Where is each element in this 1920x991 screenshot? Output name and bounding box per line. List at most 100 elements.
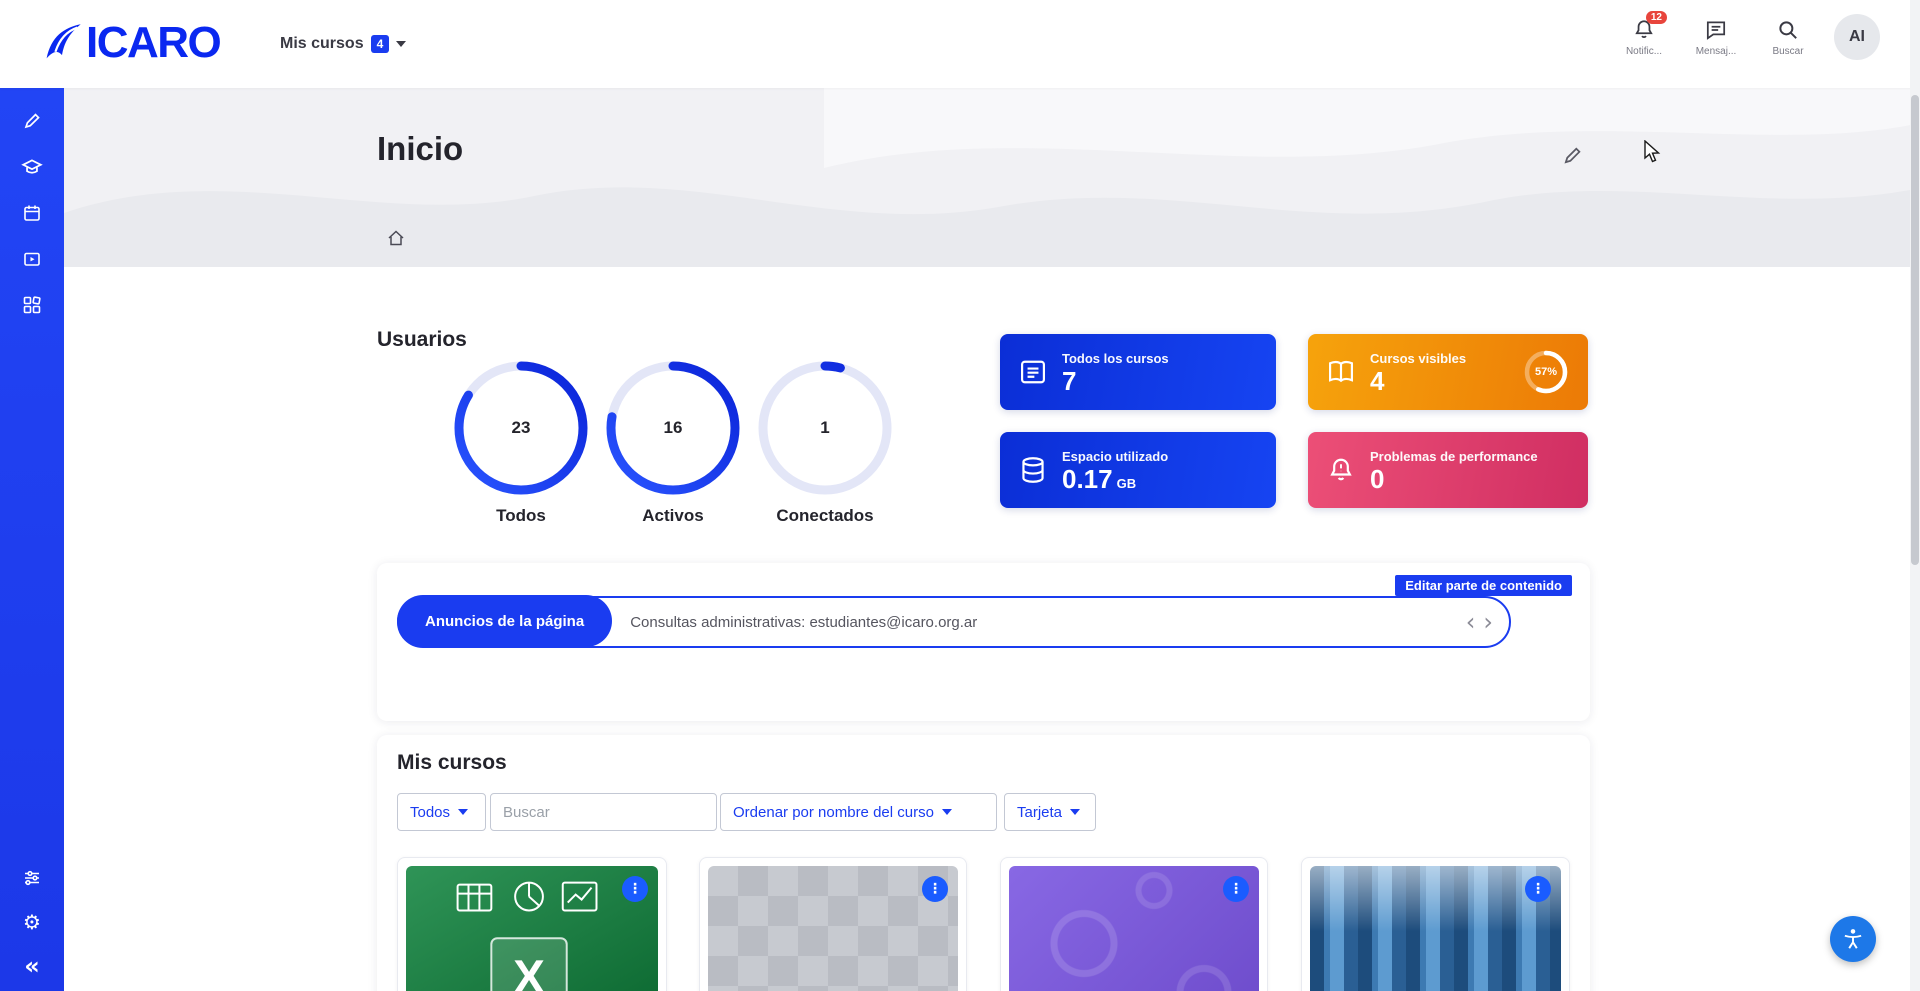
gauge-label: Activos	[597, 506, 749, 526]
edit-page-button[interactable]	[1562, 144, 1584, 171]
course-sort-dropdown[interactable]: Ordenar por nombre del curso	[720, 793, 997, 831]
stat-unit: GB	[1117, 476, 1137, 491]
sidebar-item-media[interactable]	[21, 248, 43, 270]
sidebar-item-settings[interactable]: ⚙	[21, 911, 43, 933]
svg-text:X: X	[513, 951, 545, 991]
avatar[interactable]: AI	[1834, 14, 1880, 60]
database-icon	[1018, 455, 1048, 485]
messages-label: Mensaj...	[1696, 46, 1737, 57]
stat-label: Espacio utilizado	[1062, 449, 1168, 464]
stat-label: Todos los cursos	[1062, 351, 1169, 366]
blocks-grid-icon	[22, 295, 42, 315]
course-image-mosaic: ⋮	[708, 866, 958, 991]
pencil-icon	[22, 111, 42, 131]
scrollbar-thumb[interactable]	[1911, 95, 1919, 565]
course-filter-dropdown[interactable]: Todos	[397, 793, 486, 831]
search-button[interactable]: Buscar	[1762, 17, 1814, 57]
users-section-title: Usuarios	[377, 328, 467, 352]
gauge-all-users: 23 Todos	[445, 358, 597, 526]
ellipsis-icon: ⋮	[1531, 881, 1545, 897]
video-icon	[22, 249, 42, 269]
accessibility-button[interactable]	[1830, 916, 1876, 962]
carousel-next-icon[interactable]: ›	[1483, 610, 1493, 634]
announcements-panel: Editar parte de contenido Anuncios de la…	[377, 563, 1590, 721]
graduation-cap-icon	[21, 156, 43, 178]
chevron-down-icon	[396, 41, 406, 47]
gauge-value: 23	[451, 358, 591, 498]
course-menu-button[interactable]: ⋮	[622, 876, 648, 902]
course-filter-label: Todos	[410, 804, 450, 821]
visible-courses-gauge: 57%	[1522, 348, 1570, 396]
course-search-input[interactable]	[491, 794, 716, 830]
gauge-connected-users: 1 Conectados	[749, 358, 901, 526]
course-view-label: Tarjeta	[1017, 804, 1062, 821]
sliders-icon	[22, 868, 42, 888]
home-icon	[386, 228, 406, 248]
course-card[interactable]: ⋮	[699, 857, 967, 991]
stat-value: 0	[1370, 466, 1538, 492]
sidebar-item-courses[interactable]	[21, 156, 43, 178]
carousel-prev-icon[interactable]: ‹	[1466, 610, 1476, 634]
gauge-value: 1	[755, 358, 895, 498]
gear-icon: ⚙	[23, 912, 41, 932]
course-menu-button[interactable]: ⋮	[922, 876, 948, 902]
gauge-percent: 57%	[1522, 348, 1570, 396]
stat-card-visible-courses[interactable]: Cursos visibles 4 57%	[1308, 334, 1588, 410]
course-card[interactable]: X ⋮	[397, 857, 667, 991]
top-header: ICARO Mis cursos 4 12 Notific...	[0, 0, 1920, 88]
logo-text: ICARO	[86, 18, 220, 68]
course-menu-button[interactable]: ⋮	[1525, 876, 1551, 902]
course-card[interactable]: ⋮	[1000, 857, 1268, 991]
hero-banner: Inicio	[64, 88, 1920, 267]
app-logo[interactable]: ICARO	[40, 18, 220, 68]
sidebar-item-calendar[interactable]	[21, 202, 43, 224]
ellipsis-icon: ⋮	[628, 881, 642, 897]
sidebar-item-preferences[interactable]	[21, 867, 43, 889]
carousel-controls: ‹ ›	[1466, 610, 1509, 634]
scrollbar-track[interactable]	[1910, 0, 1920, 991]
course-menu-button[interactable]: ⋮	[1223, 876, 1249, 902]
stat-card-all-courses[interactable]: Todos los cursos 7	[1000, 334, 1276, 410]
messages-button[interactable]: Mensaj...	[1690, 17, 1742, 57]
sidebar-item-edit[interactable]	[21, 110, 43, 132]
pencil-icon	[1562, 144, 1584, 166]
gauge-active-users: 16 Activos	[597, 358, 749, 526]
notification-badge: 12	[1646, 11, 1667, 24]
open-book-icon	[1326, 357, 1356, 387]
gauge-label: Conectados	[749, 506, 901, 526]
header-actions: 12 Notific... Mensaj... Buscar AI	[1618, 14, 1880, 60]
gauge-label: Todos	[445, 506, 597, 526]
sidebar-item-blocks[interactable]	[21, 294, 43, 316]
stat-value: 4	[1370, 368, 1466, 394]
course-search	[490, 793, 717, 831]
chevron-down-icon	[1070, 809, 1080, 815]
edit-content-tooltip: Editar parte de contenido	[1395, 575, 1572, 596]
nav-my-courses-label: Mis cursos	[280, 35, 364, 53]
course-view-dropdown[interactable]: Tarjeta	[1004, 793, 1096, 831]
course-image-buildings: ⋮	[1310, 866, 1561, 991]
alert-bell-icon	[1326, 455, 1356, 485]
my-courses-count-badge: 4	[371, 35, 390, 53]
ellipsis-icon: ⋮	[928, 881, 942, 897]
notifications-button[interactable]: 12 Notific...	[1618, 17, 1670, 57]
stat-value: 0.17GB	[1062, 466, 1168, 492]
my-courses-panel: Mis cursos Todos Ordenar por nombre del …	[377, 735, 1590, 991]
notifications-label: Notific...	[1626, 46, 1662, 57]
stat-label: Cursos visibles	[1370, 351, 1466, 366]
logo-icon	[40, 21, 84, 65]
chevron-down-icon	[458, 809, 468, 815]
announcements-pill[interactable]: Anuncios de la página	[397, 595, 612, 647]
stat-value: 7	[1062, 368, 1169, 394]
stat-card-storage[interactable]: Espacio utilizado 0.17GB	[1000, 432, 1276, 508]
course-sort-label: Ordenar por nombre del curso	[733, 804, 934, 821]
courses-list-icon	[1018, 357, 1048, 387]
course-card[interactable]: ⋮	[1301, 857, 1570, 991]
sidebar-collapse-button[interactable]: «	[21, 955, 43, 977]
calendar-icon	[22, 203, 42, 223]
breadcrumb-home[interactable]	[386, 228, 406, 253]
nav-my-courses[interactable]: Mis cursos 4	[280, 0, 406, 88]
stat-card-performance[interactable]: Problemas de performance 0	[1308, 432, 1588, 508]
page-title: Inicio	[377, 130, 463, 168]
ellipsis-icon: ⋮	[1229, 881, 1243, 897]
collapse-chevrons-icon: «	[24, 954, 40, 978]
